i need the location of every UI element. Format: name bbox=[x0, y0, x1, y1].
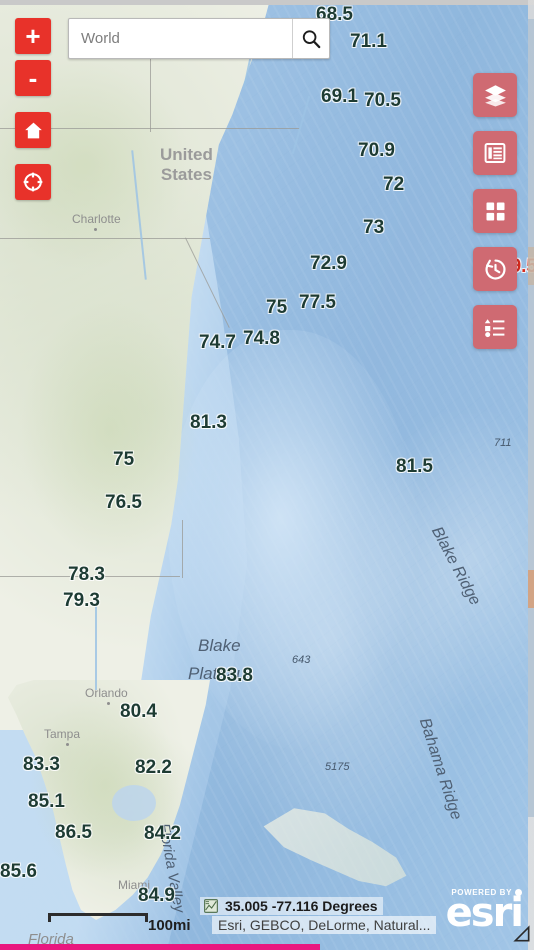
depth-label: 5175 bbox=[325, 761, 350, 773]
temperature-label[interactable]: 69.1 bbox=[321, 86, 358, 108]
loading-progress-fill bbox=[0, 944, 321, 950]
window-top-edge bbox=[0, 0, 534, 5]
search-widget[interactable] bbox=[68, 18, 330, 59]
temperature-label[interactable]: 77.5 bbox=[299, 292, 336, 314]
temperature-label[interactable]: 72 bbox=[383, 174, 404, 196]
depth-label: 643 bbox=[292, 654, 311, 666]
map-canvas[interactable]: Charlotte Orlando Tampa Miami Florida Blake P… bbox=[0, 0, 534, 950]
home-button[interactable] bbox=[15, 112, 51, 148]
scale-bar-line bbox=[48, 913, 148, 922]
grid-icon bbox=[485, 201, 505, 221]
lake bbox=[112, 785, 156, 821]
plus-icon: + bbox=[25, 21, 41, 51]
temperature-label[interactable]: 76.5 bbox=[105, 492, 142, 514]
attribute-table-button[interactable] bbox=[473, 131, 517, 175]
zoom-in-button[interactable]: + bbox=[15, 18, 51, 54]
temperature-label[interactable]: 85.1 bbox=[28, 791, 65, 813]
temperature-label[interactable]: 80.4 bbox=[120, 701, 157, 723]
temperature-label[interactable]: 70.9 bbox=[358, 140, 395, 162]
clock-icon bbox=[484, 258, 506, 279]
scale-bar-label: 100mi bbox=[148, 917, 191, 934]
river bbox=[95, 600, 97, 690]
coordinate-widget[interactable]: 35.005 -77.116 Degrees bbox=[200, 897, 383, 915]
temperature-label[interactable]: 74.7 bbox=[199, 332, 236, 354]
terrain-shading bbox=[20, 300, 200, 560]
temperature-label[interactable]: 75 bbox=[113, 449, 134, 471]
temperature-label[interactable]: 81.5 bbox=[396, 456, 433, 478]
widget-toolbar bbox=[473, 73, 517, 363]
city-dot-icon bbox=[66, 743, 69, 746]
layer-list-button[interactable] bbox=[473, 73, 517, 117]
state-border bbox=[0, 238, 210, 239]
temperature-label[interactable]: 79.3 bbox=[63, 590, 100, 612]
search-button[interactable] bbox=[292, 19, 329, 58]
temperature-label[interactable]: 78.3 bbox=[68, 564, 105, 586]
temperature-label[interactable]: 84.9 bbox=[138, 885, 175, 907]
legend-icon bbox=[484, 319, 505, 338]
temperature-label[interactable]: 85.6 bbox=[0, 861, 37, 883]
search-input[interactable] bbox=[69, 19, 292, 58]
legend-button[interactable] bbox=[473, 305, 517, 349]
search-icon bbox=[302, 29, 321, 48]
state-border bbox=[182, 520, 183, 578]
loading-progress-bar bbox=[0, 944, 534, 950]
coordinate-icon bbox=[204, 899, 218, 913]
temperature-label[interactable]: 86.5 bbox=[55, 822, 92, 844]
locate-button[interactable] bbox=[15, 164, 51, 200]
temperature-label[interactable]: 83.3 bbox=[23, 754, 60, 776]
minus-icon: - bbox=[28, 63, 38, 93]
temperature-label[interactable]: 84.2 bbox=[144, 823, 181, 845]
esri-logo[interactable]: POWERED BY esri bbox=[445, 888, 524, 936]
temperature-label[interactable]: 75 bbox=[266, 297, 287, 319]
city-dot-icon bbox=[94, 228, 97, 231]
map-navigation-controls: + - bbox=[15, 18, 51, 206]
temperature-label[interactable]: 74.8 bbox=[243, 328, 280, 350]
resize-handle-icon[interactable] bbox=[512, 924, 532, 944]
zoom-out-button[interactable]: - bbox=[15, 60, 51, 96]
basemap-gallery-button[interactable] bbox=[473, 189, 517, 233]
crosshair-icon bbox=[23, 172, 43, 192]
scale-bar: 100mi bbox=[48, 913, 191, 934]
terrain-shading bbox=[30, 690, 180, 880]
map-attribution[interactable]: Esri, GEBCO, DeLorme, Natural... bbox=[212, 916, 437, 934]
city-dot-icon bbox=[107, 702, 110, 705]
esri-wordmark: esri bbox=[445, 890, 524, 936]
map-application: Charlotte Orlando Tampa Miami Florida Blake P… bbox=[0, 0, 534, 950]
temperature-label[interactable]: 83.8 bbox=[216, 665, 253, 687]
bathymetry-label-blake: Blake bbox=[198, 636, 241, 655]
home-icon bbox=[24, 122, 42, 138]
temperature-label[interactable]: 73 bbox=[363, 217, 384, 239]
coordinate-readout: 35.005 -77.116 Degrees bbox=[225, 898, 378, 914]
temperature-label[interactable]: 71.1 bbox=[350, 31, 387, 53]
temperature-label[interactable]: 72.9 bbox=[310, 253, 347, 275]
temperature-label[interactable]: 81.3 bbox=[190, 412, 227, 434]
temperature-label[interactable]: 70.5 bbox=[364, 90, 401, 112]
country-label: United States bbox=[160, 145, 213, 184]
layers-icon bbox=[484, 84, 506, 107]
temperature-label[interactable]: 82.2 bbox=[135, 757, 172, 779]
time-slider-button[interactable] bbox=[473, 247, 517, 291]
depth-label: 711 bbox=[494, 437, 512, 449]
window-right-edge bbox=[528, 0, 534, 950]
table-icon bbox=[484, 143, 506, 163]
